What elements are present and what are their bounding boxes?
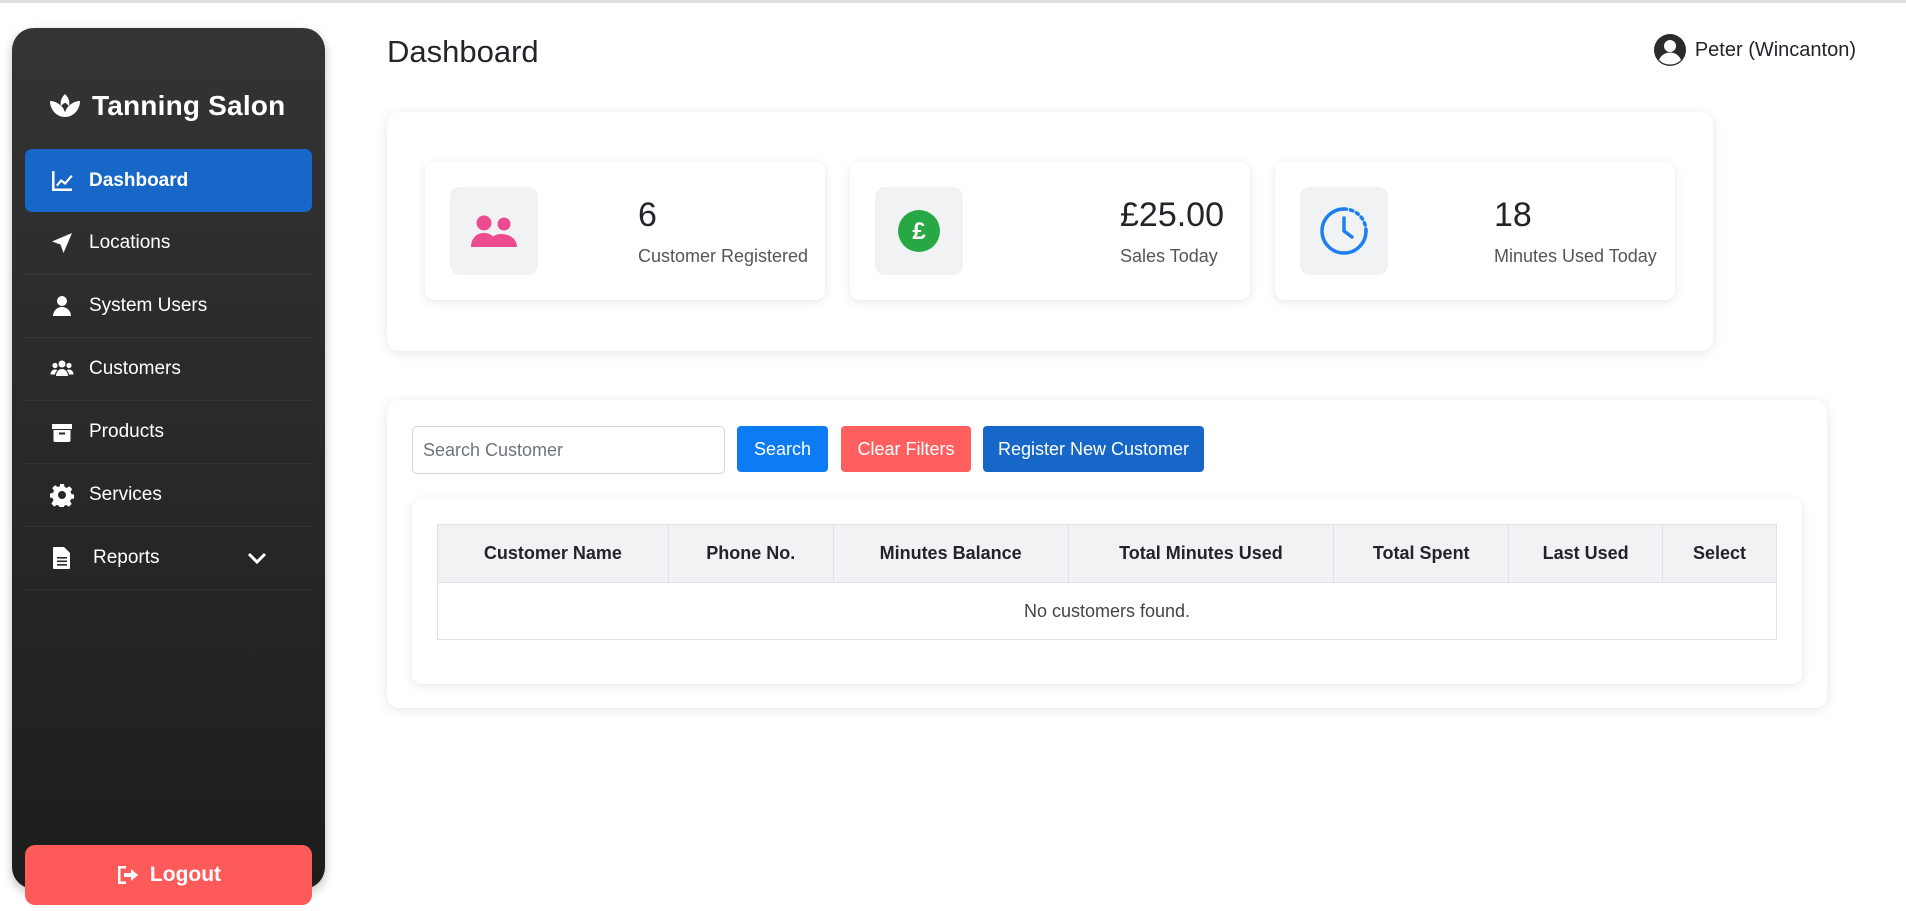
chart-line-icon [49, 168, 75, 194]
sidebar-item-system-users[interactable]: System Users [25, 275, 312, 338]
box-icon [49, 419, 75, 445]
stat-value: 6 [638, 196, 657, 234]
column-header-phone[interactable]: Phone No. [667, 524, 834, 583]
logout-button[interactable]: Logout [25, 845, 312, 905]
stat-card-customers: 6 Customer Registered [425, 162, 825, 300]
sidebar-item-label: Reports [93, 547, 160, 568]
stat-icon-box: £ [875, 187, 963, 275]
file-icon [49, 545, 75, 571]
user-circle-icon [1653, 34, 1686, 66]
search-button[interactable]: Search [737, 426, 828, 472]
stats-panel: 6 Customer Registered £ £25.00 Sales Tod… [387, 112, 1713, 351]
clear-filters-button[interactable]: Clear Filters [841, 426, 971, 472]
user-icon [49, 293, 75, 319]
clock-icon [1320, 207, 1368, 255]
sidebar-item-label: Customers [89, 358, 181, 379]
column-header-customer-name[interactable]: Customer Name [437, 524, 669, 583]
column-header-last-used[interactable]: Last Used [1508, 524, 1664, 583]
column-header-total-spent[interactable]: Total Spent [1333, 524, 1510, 583]
page-title: Dashboard [387, 34, 539, 69]
sidebar: Tanning Salon Dashboard Locations System… [12, 28, 325, 905]
customers-table-card: Customer Name Phone No. Minutes Balance … [412, 499, 1802, 684]
stat-card-minutes: 18 Minutes Used Today [1275, 162, 1675, 300]
column-header-minutes-balance[interactable]: Minutes Balance [832, 524, 1069, 583]
sidebar-item-label: Dashboard [89, 169, 189, 191]
column-header-select: Select [1662, 524, 1777, 583]
sidebar-item-products[interactable]: Products [25, 401, 312, 464]
table-row: No customers found. [437, 582, 1777, 640]
users-icon [471, 215, 517, 247]
sidebar-item-label: System Users [89, 295, 208, 316]
sidebar-item-services[interactable]: Services [25, 464, 312, 527]
sidebar-nav: Dashboard Locations System Users Custome… [25, 149, 312, 590]
chevron-down-icon[interactable] [246, 547, 268, 569]
sidebar-item-label: Products [89, 421, 164, 442]
stat-icon-box [1300, 187, 1388, 275]
stat-icon-box [450, 187, 538, 275]
stat-label: Customer Registered [638, 246, 809, 266]
lotus-icon [50, 94, 80, 117]
table-header-row: Customer Name Phone No. Minutes Balance … [437, 524, 1777, 583]
column-header-total-minutes-used[interactable]: Total Minutes Used [1067, 524, 1335, 583]
sidebar-item-reports[interactable]: Reports [25, 527, 312, 590]
stat-card-sales: £ £25.00 Sales Today [850, 162, 1250, 300]
sidebar-item-dashboard[interactable]: Dashboard [25, 149, 312, 212]
stat-label: Sales Today [1120, 246, 1218, 266]
location-arrow-icon [49, 230, 75, 256]
user-name: Peter (Wincanton) [1694, 38, 1856, 61]
stat-value: £25.00 [1120, 196, 1224, 234]
brand-name: Tanning Salon [92, 90, 286, 121]
sidebar-item-label: Locations [89, 232, 171, 253]
top-border [0, 0, 1906, 3]
user-menu[interactable]: Peter (Wincanton) [1653, 33, 1856, 67]
customers-panel: Search Clear Filters Register New Custom… [387, 400, 1827, 708]
register-customer-button[interactable]: Register New Customer [983, 426, 1204, 472]
brand[interactable]: Tanning Salon [48, 86, 285, 126]
sidebar-item-label: Services [89, 484, 162, 505]
empty-message: No customers found. [437, 582, 1777, 640]
users-icon [49, 356, 75, 382]
sidebar-item-customers[interactable]: Customers [25, 338, 312, 401]
logout-label: Logout [149, 863, 222, 886]
sign-out-icon [117, 866, 138, 884]
svg-text:£: £ [912, 218, 926, 245]
stat-label: Minutes Used Today [1494, 246, 1657, 266]
pound-icon: £ [898, 210, 940, 252]
customers-table: Customer Name Phone No. Minutes Balance … [437, 524, 1777, 640]
stat-value: 18 [1494, 196, 1532, 234]
gear-icon [49, 482, 75, 508]
search-input[interactable] [412, 426, 725, 474]
sidebar-item-locations[interactable]: Locations [25, 212, 312, 275]
